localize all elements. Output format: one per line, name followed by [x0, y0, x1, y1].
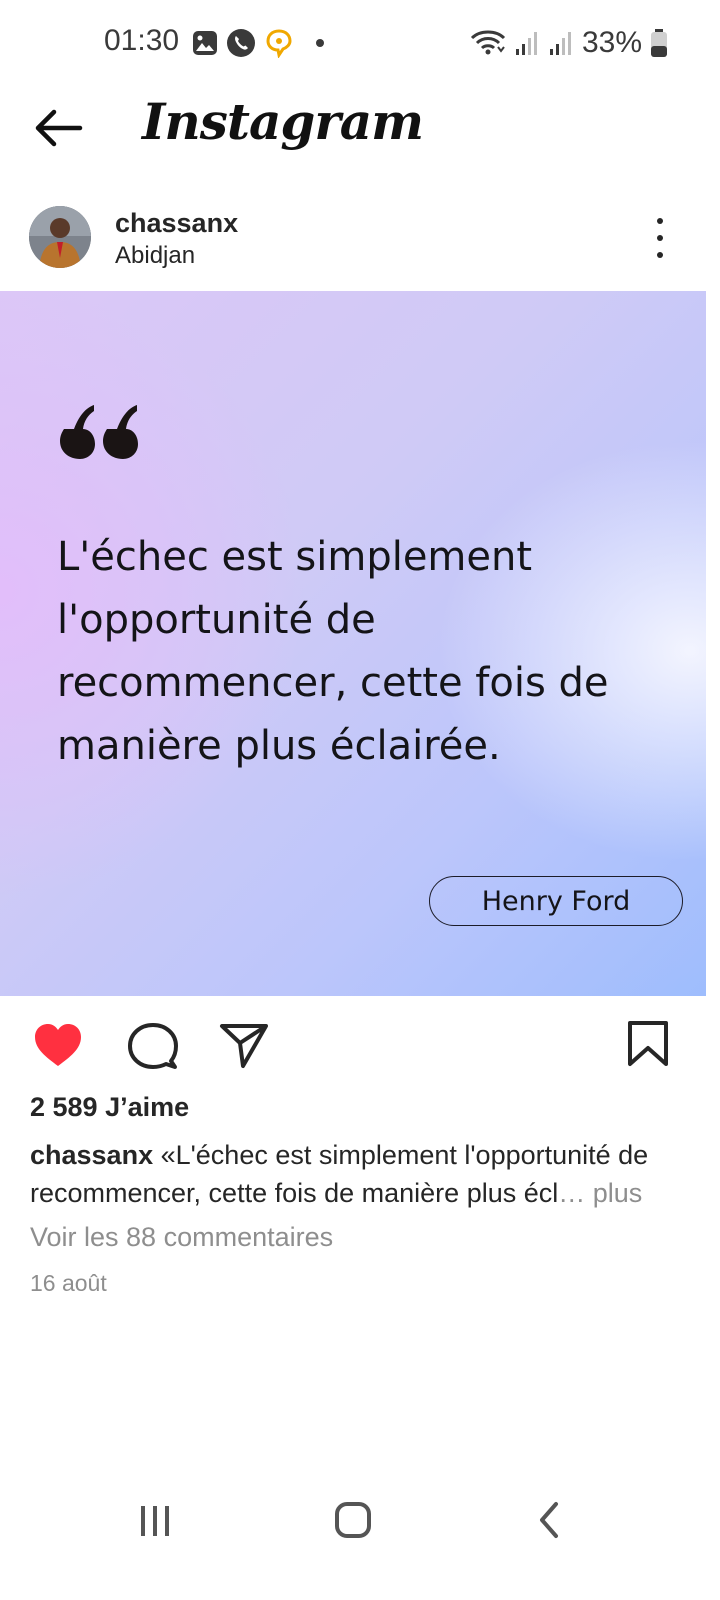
avatar[interactable] — [29, 206, 91, 268]
home-icon — [335, 1502, 371, 1538]
chevron-left-icon — [540, 1502, 558, 1538]
status-bar: 01:30 33% — [0, 0, 720, 88]
more-options-button[interactable] — [650, 218, 670, 258]
comment-icon — [128, 1023, 178, 1069]
instagram-logo: Instagram — [142, 92, 424, 151]
post-header: chassanx Abidjan — [0, 200, 720, 286]
share-button[interactable] — [216, 1018, 272, 1074]
status-right: 33% — [470, 24, 668, 62]
notification-icons — [192, 26, 324, 60]
more-notifications-dot — [316, 39, 324, 47]
back-button[interactable] — [30, 106, 86, 150]
instagram-post-screen: 01:30 33% Instagram chassanx Abidjan L'é… — [0, 0, 720, 1600]
caption-username[interactable]: chassanx — [30, 1140, 153, 1170]
system-navigation-bar — [0, 1480, 720, 1560]
post-location[interactable]: Abidjan — [115, 242, 195, 270]
caption-more-link[interactable]: … plus — [558, 1178, 642, 1208]
like-button[interactable] — [30, 1018, 86, 1074]
recent-apps-icon — [141, 1506, 169, 1536]
home-button[interactable] — [313, 1480, 393, 1560]
view-comments-link[interactable]: Voir les 88 commentaires — [30, 1222, 333, 1253]
quote-author: Henry Ford — [429, 876, 683, 926]
battery-percent: 33% — [581, 26, 642, 59]
wifi-icon — [470, 30, 506, 55]
arrow-left-icon — [35, 109, 83, 147]
phone-icon — [227, 29, 255, 57]
post-image[interactable]: L'échec est simplement l'opportunité de … — [0, 291, 706, 996]
more-dot — [657, 252, 663, 258]
post-username[interactable]: chassanx — [115, 208, 238, 239]
back-nav-button[interactable] — [510, 1480, 590, 1560]
quote-text: L'échec est simplement l'opportunité de … — [57, 534, 609, 769]
bookmark-icon — [628, 1021, 668, 1066]
send-icon — [220, 1024, 268, 1068]
quote-mark-icon — [60, 405, 138, 459]
recent-apps-button[interactable] — [115, 1480, 195, 1560]
status-time: 01:30 — [104, 24, 180, 57]
comment-button[interactable] — [124, 1018, 180, 1074]
battery-icon — [651, 29, 667, 57]
post-caption[interactable]: chassanx «L'échec est simplement l'oppor… — [30, 1136, 690, 1212]
app-header: Instagram — [0, 88, 720, 176]
heart-icon — [35, 1024, 81, 1066]
gallery-icon — [193, 31, 217, 55]
avatar-photo — [29, 206, 91, 268]
signal-icon — [515, 32, 537, 55]
signal-icon-sim2 — [549, 32, 571, 55]
more-dot — [657, 235, 663, 241]
chat-bubble-icon — [266, 29, 292, 58]
more-dot — [657, 218, 663, 224]
like-count[interactable]: 2 589 J’aime — [30, 1092, 189, 1123]
save-button[interactable] — [620, 1018, 676, 1074]
post-date: 16 août — [30, 1270, 107, 1296]
post-actions — [0, 1018, 720, 1074]
